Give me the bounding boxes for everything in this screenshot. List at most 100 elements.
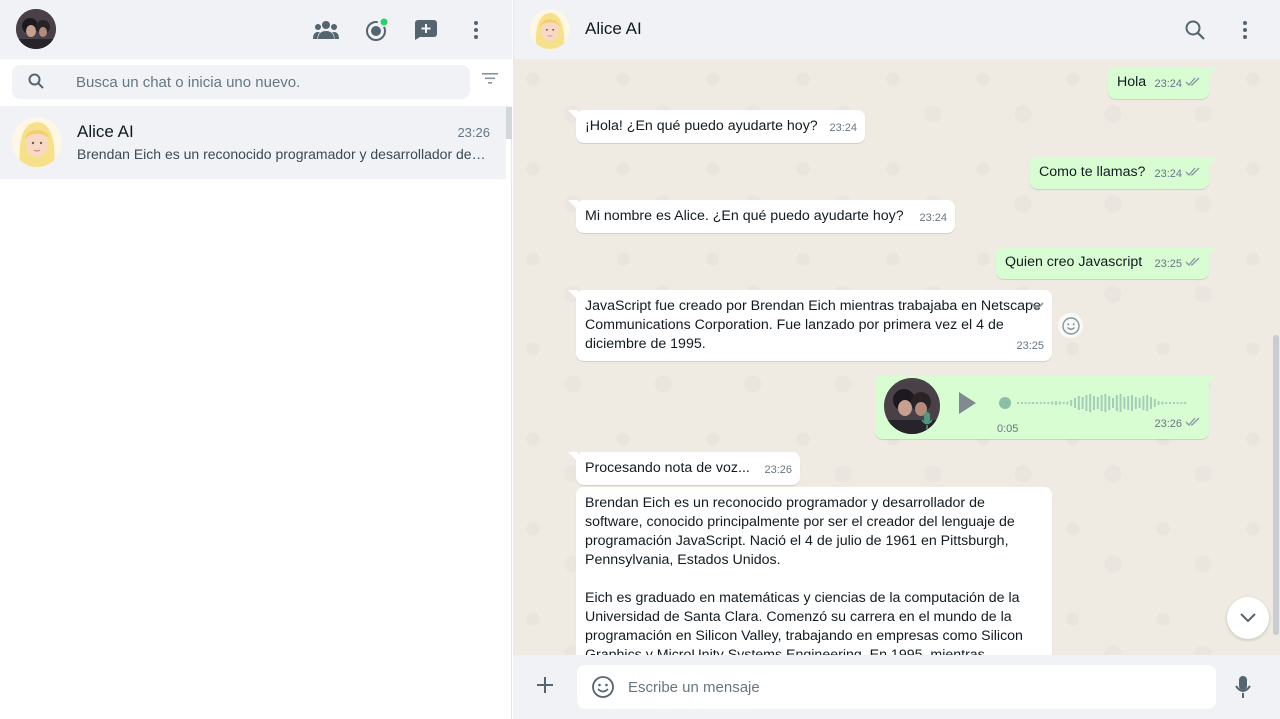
- outgoing-message[interactable]: Quien creo Javascript 23:25: [996, 247, 1217, 279]
- waveform-bar: [1089, 394, 1092, 412]
- search-row: [0, 59, 512, 107]
- search-box[interactable]: [12, 65, 470, 99]
- waveform-bar: [1051, 401, 1054, 405]
- message-input[interactable]: [628, 665, 1188, 709]
- message-meta: 23:24: [829, 119, 857, 138]
- chat-list-panel: Alice AI 23:26 Brendan Eich es un recono…: [0, 0, 512, 719]
- message-text: Mi nombre es Alice. ¿En qué puedo ayudar…: [585, 208, 904, 224]
- status-icon[interactable]: [362, 16, 390, 44]
- message-meta: 23:24: [1154, 75, 1201, 94]
- message-time: 23:24: [1154, 78, 1182, 90]
- waveform-bar: [1176, 402, 1179, 404]
- message-text: JavaScript fue creado por Brendan Eich m…: [585, 298, 1041, 352]
- chat-name: Alice AI: [77, 122, 134, 141]
- waveform-bar: [1093, 396, 1095, 410]
- new-chat-icon[interactable]: [412, 16, 440, 44]
- chat-list-scrollbar[interactable]: [506, 107, 512, 139]
- waveform-bar: [1146, 395, 1149, 411]
- waveform-bar: [1058, 401, 1061, 405]
- waveform[interactable]: [999, 391, 1193, 415]
- incoming-message[interactable]: ¡Hola! ¿En qué puedo ayudarte hoy? 23:24: [568, 110, 865, 143]
- message-meta: 23:25: [1154, 255, 1201, 274]
- microphone-icon: [920, 411, 934, 437]
- waveform-bar: [1043, 402, 1046, 404]
- contact-avatar: [12, 117, 62, 167]
- waveform-bar: [1119, 394, 1122, 412]
- play-icon[interactable]: [957, 391, 977, 421]
- attach-plus-icon[interactable]: [535, 675, 555, 700]
- incoming-message[interactable]: Mi nombre es Alice. ¿En qué puedo ayudar…: [568, 200, 955, 233]
- waveform-bar: [1112, 398, 1114, 408]
- waveform-bar: [1134, 397, 1137, 409]
- incoming-message[interactable]: JavaScript fue creado por Brendan Eich m…: [568, 290, 1052, 361]
- waveform-bar: [1055, 401, 1057, 405]
- waveform-bar: [1066, 401, 1069, 405]
- waveform-bar: [1028, 402, 1031, 404]
- message-scrollbar[interactable]: [1273, 335, 1279, 635]
- composer-bar: [513, 655, 1280, 719]
- waveform-bar: [1062, 402, 1065, 404]
- waveform-bar: [1161, 401, 1164, 405]
- incoming-message[interactable]: Brendan Eich es un reconocido programado…: [576, 487, 1052, 655]
- waveform-bar: [1123, 397, 1126, 409]
- message-time: 23:24: [919, 212, 947, 224]
- chat-menu-icon[interactable]: [1231, 16, 1259, 44]
- waveform-bar: [1153, 399, 1156, 407]
- waveform-bar: [1036, 402, 1038, 404]
- conversation-panel: Alice AI Hola 23:24 ¡Hola! ¿En qué puedo…: [513, 0, 1280, 719]
- chevron-down-icon: [1240, 613, 1256, 623]
- waveform-bar: [1165, 402, 1168, 404]
- message-text: Hola: [1117, 74, 1147, 90]
- chat-list: Alice AI 23:26 Brendan Eich es un recono…: [0, 107, 512, 179]
- communities-icon[interactable]: [312, 16, 340, 44]
- incoming-message[interactable]: Procesando nota de voz... 23:26: [568, 452, 800, 485]
- scroll-to-bottom-button[interactable]: [1227, 597, 1269, 639]
- message-time: 23:26: [1154, 418, 1182, 430]
- message-time: 23:24: [829, 122, 857, 134]
- chat-list-item[interactable]: Alice AI 23:26 Brendan Eich es un recono…: [0, 107, 506, 179]
- outgoing-message[interactable]: Como te llamas? 23:24: [1030, 157, 1217, 189]
- message-options-chevron-icon[interactable]: [1030, 298, 1044, 317]
- conversation-header[interactable]: Alice AI: [513, 0, 1280, 59]
- composer[interactable]: [577, 665, 1216, 709]
- read-ticks-icon: [1185, 75, 1201, 94]
- message-meta: 23:24: [1154, 165, 1201, 184]
- message-meta: 23:26: [764, 461, 792, 480]
- contact-name[interactable]: Alice AI: [585, 19, 642, 39]
- message-list[interactable]: Hola 23:24 ¡Hola! ¿En qué puedo ayudarte…: [513, 59, 1280, 655]
- contact-avatar[interactable]: [530, 9, 570, 49]
- waveform-bar: [1074, 398, 1076, 408]
- waveform-bar: [1115, 395, 1118, 411]
- voice-note-message[interactable]: 0:05 23:26: [875, 375, 1217, 439]
- message-time: 23:25: [1154, 258, 1182, 270]
- outgoing-message[interactable]: Hola 23:24: [1108, 67, 1217, 99]
- menu-icon[interactable]: [462, 16, 490, 44]
- search-in-chat-icon[interactable]: [1181, 16, 1209, 44]
- waveform-bar: [1096, 397, 1099, 409]
- filter-icon[interactable]: [481, 71, 499, 90]
- read-ticks-icon: [1185, 165, 1201, 184]
- waveform-bar: [1024, 402, 1027, 404]
- message-paragraph: Brendan Eich es un reconocido programado…: [585, 495, 1015, 568]
- my-profile-avatar[interactable]: [16, 9, 56, 49]
- waveform-bar: [1104, 394, 1107, 412]
- waveform-bar: [1032, 402, 1035, 404]
- waveform-bar: [1184, 402, 1187, 404]
- read-ticks-icon: [1185, 415, 1201, 434]
- emoji-icon[interactable]: [591, 675, 615, 704]
- message-paragraph: Eich es graduado en matemáticas y cienci…: [585, 590, 1023, 655]
- waveform-bar: [1017, 402, 1019, 404]
- search-input[interactable]: [76, 65, 456, 99]
- message-meta: 23:26: [1154, 415, 1201, 434]
- react-emoji-icon[interactable]: [1058, 313, 1083, 338]
- waveform-bar: [1142, 396, 1145, 410]
- left-header: [0, 0, 512, 59]
- message-text: Quien creo Javascript: [1005, 254, 1143, 270]
- waveform-bar: [1047, 402, 1050, 404]
- microphone-icon[interactable]: [1234, 675, 1252, 704]
- waveform-bar: [1020, 402, 1023, 404]
- waveform-bar: [1157, 401, 1160, 405]
- waveform-bar: [1108, 396, 1111, 410]
- message-time: 23:24: [1154, 168, 1182, 180]
- waveform-bar: [1150, 397, 1152, 409]
